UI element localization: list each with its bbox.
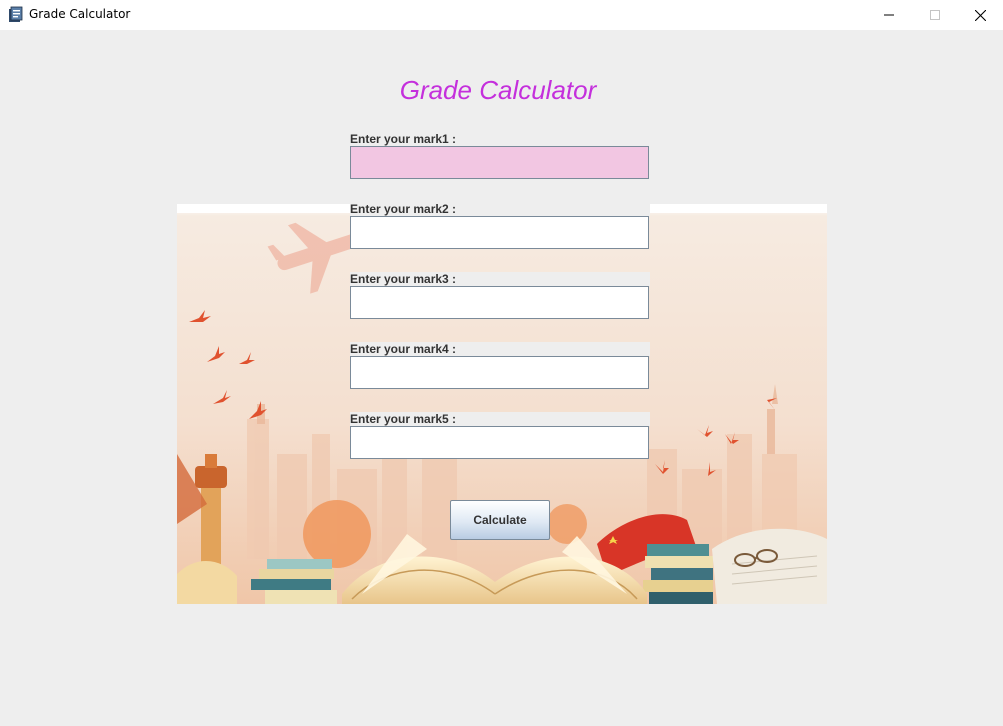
calculate-button[interactable]: Calculate: [450, 500, 550, 540]
mark2-label: Enter your mark2 :: [350, 202, 650, 216]
mark5-input[interactable]: [350, 426, 649, 459]
maximize-button[interactable]: [912, 0, 958, 30]
minimize-icon: [884, 14, 894, 16]
mark1-input[interactable]: [350, 146, 649, 179]
minimize-button[interactable]: [866, 0, 912, 30]
mark4-input[interactable]: [350, 356, 649, 389]
title-bar: Grade Calculator: [0, 0, 1003, 30]
close-button[interactable]: [957, 0, 1003, 30]
city-books-illustration: [177, 204, 827, 604]
java-app-icon: [9, 6, 23, 22]
mark1-label: Enter your mark1 :: [350, 132, 650, 146]
mark2-input[interactable]: [350, 216, 649, 249]
mark3-label: Enter your mark3 :: [350, 272, 650, 286]
maximize-icon: [930, 10, 940, 20]
mark4-label: Enter your mark4 :: [350, 342, 650, 356]
mark3-input[interactable]: [350, 286, 649, 319]
app-title: Grade Calculator: [399, 75, 597, 105]
background-illustration: [177, 204, 827, 604]
close-icon: [974, 9, 986, 21]
window-title: Grade Calculator: [29, 7, 131, 21]
mark5-label: Enter your mark5 :: [350, 412, 650, 426]
